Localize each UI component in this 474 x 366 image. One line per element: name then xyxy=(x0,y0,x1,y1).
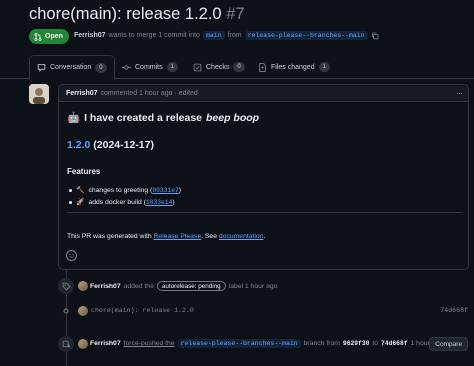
list-item-close: ) xyxy=(172,198,175,206)
bullet xyxy=(69,188,72,192)
pr-title: chore(main): release 1.2.0 #7 xyxy=(29,5,245,24)
list-item-text: changes to greeting ( xyxy=(88,186,153,194)
note-prefix: This PR was generated with xyxy=(67,233,152,240)
event-time: label 1 hour ago xyxy=(228,282,278,290)
from-text: from xyxy=(227,32,242,39)
list-item-close: ) xyxy=(178,186,182,194)
pull-request-icon xyxy=(34,32,42,41)
version-date: (2024-12-17) xyxy=(93,139,154,151)
comment-meta: commented 1 hour ago · edited xyxy=(100,89,198,97)
status-badge: Open xyxy=(29,29,69,44)
release-please-link[interactable]: Release Please xyxy=(154,233,202,240)
from-sha[interactable]: 9629f30 xyxy=(343,340,369,347)
divider xyxy=(67,212,462,213)
to-sha[interactable]: 74d668f xyxy=(381,340,407,347)
commit-sha-link[interactable]: 00331e7 xyxy=(152,187,178,194)
author-link[interactable]: Ferrish07 xyxy=(74,32,106,39)
tab-commits[interactable]: Commits 1 xyxy=(115,55,185,79)
tab-conversation[interactable]: Conversation 0 xyxy=(29,55,115,80)
comment-author[interactable]: Ferrish07 xyxy=(66,90,98,97)
bullet xyxy=(69,200,72,204)
heading-italic: beep boop xyxy=(206,111,260,124)
commit-sha-link[interactable]: 1833e14 xyxy=(146,199,172,206)
documentation-link[interactable]: documentation xyxy=(219,233,264,240)
note-mid: . See xyxy=(201,233,217,240)
event-author[interactable]: Ferrish07 xyxy=(90,340,121,347)
base-branch[interactable]: main xyxy=(202,31,225,40)
comment-header: Ferrish07 commented 1 hour ago · edited … xyxy=(59,85,468,102)
list-item: 🚀 adds docker build (1833e14) xyxy=(69,198,175,206)
features-heading: Features xyxy=(67,167,101,176)
list-item-text: adds docker build ( xyxy=(88,198,146,206)
commit-sha[interactable]: 74d668f xyxy=(440,307,468,314)
event-action: added the xyxy=(123,282,154,290)
tab-label: Commits xyxy=(135,63,163,71)
checks-icon xyxy=(193,63,202,71)
pr-description-comment: Ferrish07 commented 1 hour ago · edited … xyxy=(58,84,469,270)
pr-title-text: chore(main): release 1.2.0 xyxy=(29,5,222,23)
release-heading: 🤖 I have created a release beep boop xyxy=(67,111,260,125)
robot-emoji-icon: 🤖 xyxy=(67,112,81,124)
commit-icon xyxy=(62,307,70,315)
label-event: Ferrish07 added the autorelease: pending… xyxy=(90,281,277,291)
smiley-icon xyxy=(69,253,74,258)
list-item: 🔨 changes to greeting (00331e7) xyxy=(69,186,181,194)
hammer-emoji-icon: 🔨 xyxy=(76,187,85,194)
tab-count: 1 xyxy=(166,62,178,72)
avatar-image xyxy=(29,84,49,104)
pr-meta: Ferrish07 wants to merge 1 commit into m… xyxy=(74,31,379,40)
event-action[interactable]: force-pushed the xyxy=(124,340,175,347)
tab-count: 0 xyxy=(233,62,245,72)
tab-label: Checks xyxy=(206,63,230,71)
generated-note: This PR was generated with Release Pleas… xyxy=(67,233,265,240)
copy-icon[interactable] xyxy=(371,32,379,40)
repo-push-icon xyxy=(58,336,74,352)
tab-checks[interactable]: Checks 0 xyxy=(186,55,252,79)
version-heading: 1.2.0 (2024-12-17) xyxy=(67,139,154,151)
tag-icon xyxy=(58,278,74,294)
commit-icon xyxy=(122,64,131,70)
add-reaction-icon[interactable] xyxy=(66,250,77,261)
branch-name[interactable]: release-please--branches--main xyxy=(177,339,301,348)
avatar[interactable] xyxy=(78,281,88,291)
comment-icon xyxy=(37,64,46,72)
tab-files-changed[interactable]: Files changed 1 xyxy=(251,55,337,79)
compare-button[interactable]: Compare xyxy=(429,337,468,351)
commit-message[interactable]: chore(main): release 1.2.0 xyxy=(91,307,194,314)
pr-number: #7 xyxy=(226,5,245,23)
event-to: to xyxy=(372,340,379,347)
avatar[interactable] xyxy=(29,84,49,104)
head-branch[interactable]: release-please--branches--main xyxy=(244,31,368,40)
tab-count: 1 xyxy=(318,62,330,72)
version-link[interactable]: 1.2.0 xyxy=(67,139,90,151)
avatar[interactable] xyxy=(78,339,88,349)
tab-label: Conversation xyxy=(50,64,92,71)
note-end: . xyxy=(263,233,266,240)
label-badge[interactable]: autorelease: pending xyxy=(156,281,226,291)
event-author[interactable]: Ferrish07 xyxy=(90,283,121,290)
event-mid: branch from xyxy=(303,340,340,347)
rocket-emoji-icon: 🚀 xyxy=(76,199,85,206)
tab-label: Files changed xyxy=(271,63,315,71)
kebab-menu-icon[interactable]: ··· xyxy=(456,88,463,98)
pr-tabs: Conversation 0 Commits 1 Checks 0 Files … xyxy=(0,55,474,80)
tab-count: 0 xyxy=(95,62,107,73)
force-push-event: Ferrish07 force-pushed the release-pleas… xyxy=(90,339,443,348)
merge-text: wants to merge 1 commit into xyxy=(108,32,200,39)
avatar[interactable] xyxy=(78,306,88,316)
status-label: Open xyxy=(45,33,63,40)
file-diff-icon xyxy=(259,62,266,72)
heading-text: I have created a release xyxy=(84,111,202,124)
